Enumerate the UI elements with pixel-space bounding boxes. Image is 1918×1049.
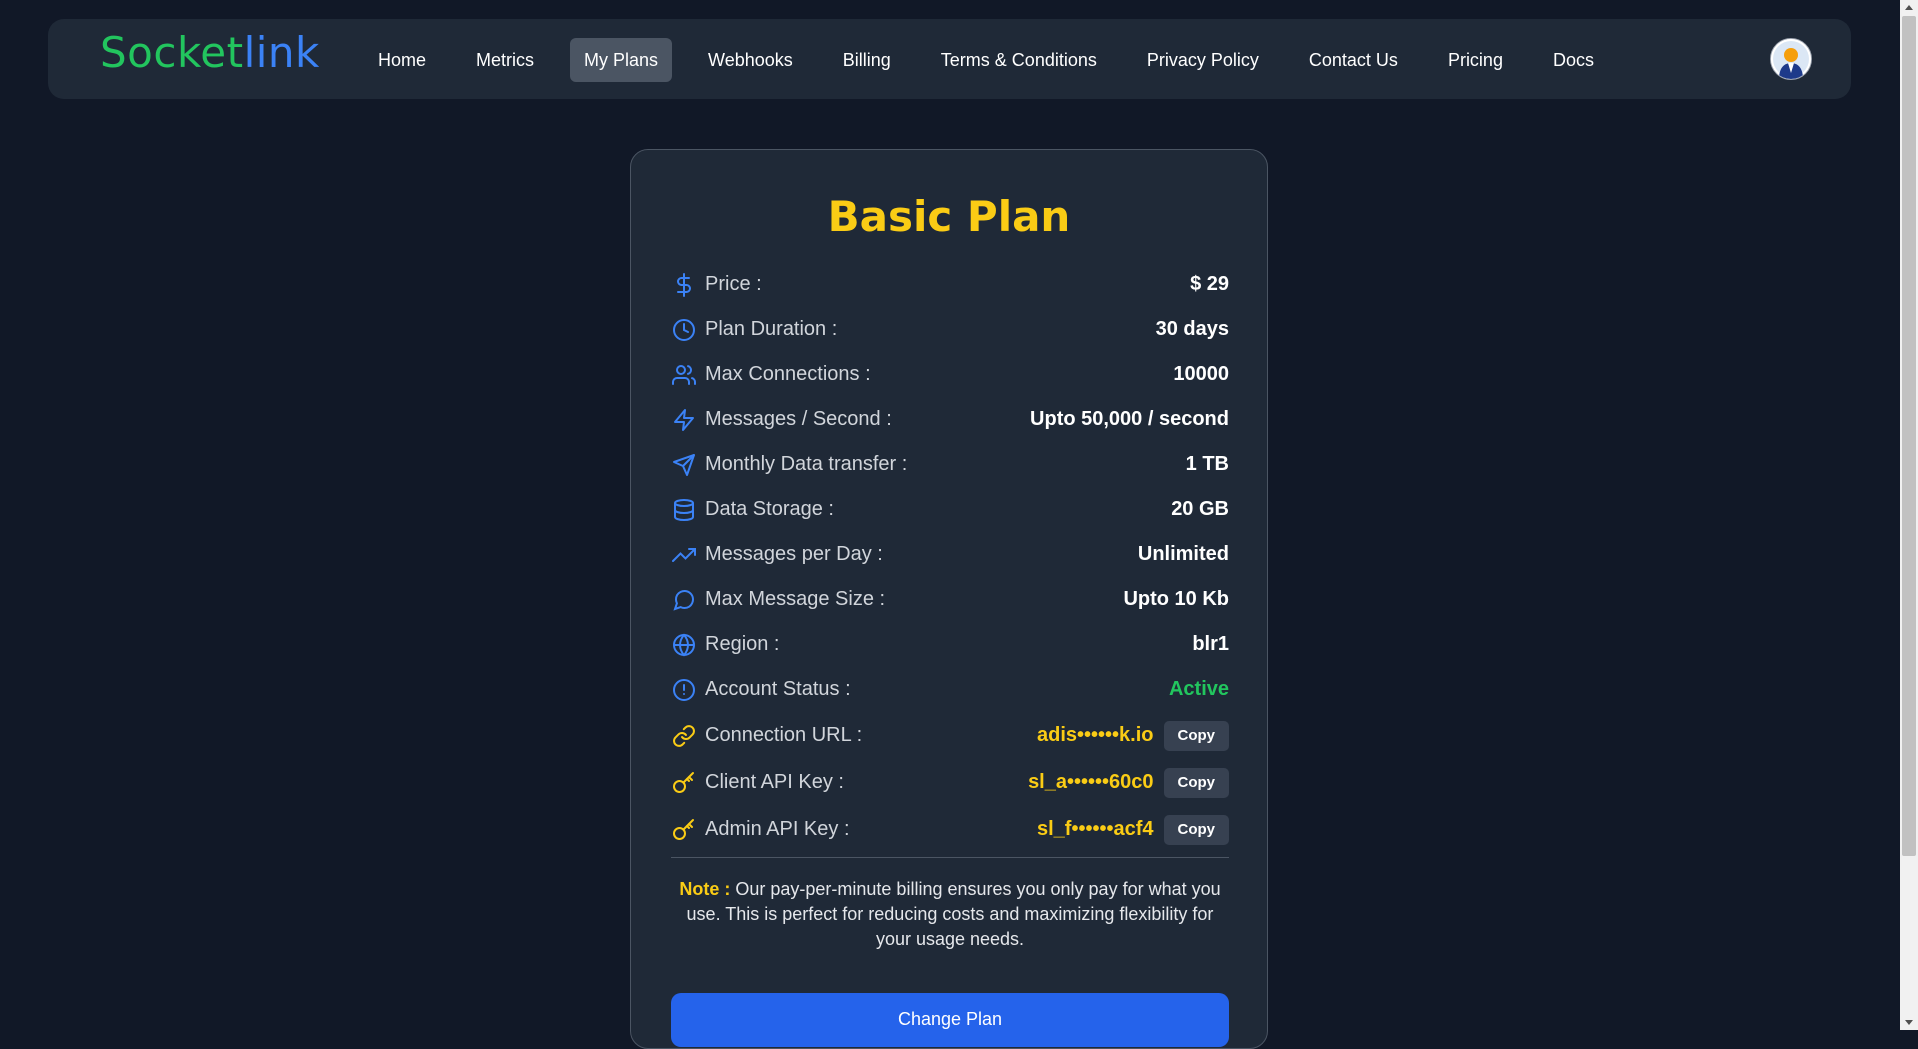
top-navbar: Socketlink Home Metrics My Plans Webhook… [48,19,1851,99]
nav-metrics[interactable]: Metrics [462,38,548,82]
key-icon [671,817,697,843]
row-value: adis••••••k.io Copy [1037,720,1229,751]
row-value: Unlimited [1137,543,1229,565]
connection-url-value: adis••••••k.io [1037,724,1154,746]
divider [671,857,1229,858]
nav-privacy[interactable]: Privacy Policy [1133,38,1273,82]
row-label: Messages per Day : [705,543,883,565]
avatar-icon [1771,39,1811,79]
row-max-connections: Max Connections : 10000 [671,352,1229,397]
row-region: Region : blr1 [671,622,1229,667]
row-label: Client API Key : [705,771,844,793]
nav-docs[interactable]: Docs [1539,38,1608,82]
note-label: Note : [679,879,731,899]
row-monthly-transfer: Monthly Data transfer : 1 TB [671,442,1229,487]
nav-pricing[interactable]: Pricing [1434,38,1517,82]
link-icon [671,723,697,749]
row-label: Connection URL : [705,724,863,746]
row-value: 10000 [1173,363,1229,385]
message-circle-icon [671,587,697,613]
row-label: Data Storage : [705,498,834,520]
row-value: 30 days [1155,318,1229,340]
dollar-icon [671,272,697,298]
row-messages-per-day: Messages per Day : Unlimited [671,532,1229,577]
row-label: Plan Duration : [705,318,838,340]
row-max-message-size: Max Message Size : Upto 10 Kb [671,577,1229,622]
nav-my-plans[interactable]: My Plans [570,38,673,82]
plan-details: Price : $ 29 Plan Duration : 30 days Max… [671,262,1229,853]
note-text: Our pay-per-minute billing ensures you o… [686,879,1221,949]
socketlink-logo[interactable]: Socketlink [100,32,320,74]
row-account-status: Account Status : Active [671,667,1229,712]
status-badge: Active [1168,678,1229,700]
clock-icon [671,317,697,343]
row-client-api-key: Client API Key : sl_a••••••60c0 Copy [671,759,1229,806]
row-value: blr1 [1192,633,1229,655]
row-connection-url: Connection URL : adis••••••k.io Copy [671,712,1229,759]
row-label: Price : [705,273,762,295]
row-value: $ 29 [1190,273,1229,295]
main-nav: Home Metrics My Plans Webhooks Billing T… [364,38,1630,82]
key-icon [671,770,697,796]
send-icon [671,452,697,478]
scroll-down-icon[interactable] [1905,1020,1913,1025]
copy-client-api-key-button[interactable]: Copy [1163,767,1229,798]
trending-up-icon [671,542,697,568]
nav-webhooks[interactable]: Webhooks [694,38,807,82]
row-value: sl_a••••••60c0 Copy [1028,767,1229,798]
scroll-up-icon[interactable] [1905,5,1913,10]
plan-card: Basic Plan Price : $ 29 Plan Duration : … [630,149,1268,1049]
alert-circle-icon [671,677,697,703]
globe-icon [671,632,697,658]
row-label: Messages / Second : [705,408,892,430]
client-api-key-value: sl_a••••••60c0 [1028,771,1154,793]
plan-title: Basic Plan [827,192,1071,241]
row-label: Region : [705,633,780,655]
page-scrollbar[interactable] [1900,0,1918,1030]
copy-admin-api-key-button[interactable]: Copy [1163,814,1229,845]
user-avatar[interactable] [1770,38,1812,80]
nav-terms[interactable]: Terms & Conditions [927,38,1111,82]
bolt-icon [671,407,697,433]
billing-note: Note : Our pay-per-minute billing ensure… [667,877,1233,952]
row-label: Account Status : [705,678,851,700]
scrollbar-thumb[interactable] [1902,16,1916,856]
nav-billing[interactable]: Billing [829,38,905,82]
row-label: Monthly Data transfer : [705,453,908,475]
nav-contact[interactable]: Contact Us [1295,38,1412,82]
row-value: sl_f••••••acf4 Copy [1036,814,1229,845]
row-messages-per-second: Messages / Second : Upto 50,000 / second [671,397,1229,442]
row-label: Admin API Key : [705,818,850,840]
row-value: 20 GB [1171,498,1229,520]
admin-api-key-value: sl_f••••••acf4 [1036,818,1154,840]
database-icon [671,497,697,523]
row-label: Max Message Size : [705,588,886,610]
row-admin-api-key: Admin API Key : sl_f••••••acf4 Copy [671,806,1229,853]
row-price: Price : $ 29 [671,262,1229,307]
change-plan-button[interactable]: Change Plan [671,993,1229,1047]
row-duration: Plan Duration : 30 days [671,307,1229,352]
row-value: Upto 10 Kb [1123,588,1229,610]
row-data-storage: Data Storage : 20 GB [671,487,1229,532]
copy-connection-url-button[interactable]: Copy [1163,720,1229,751]
nav-home[interactable]: Home [364,38,440,82]
row-label: Max Connections : [705,363,871,385]
row-value: 1 TB [1185,453,1229,475]
users-icon [671,362,697,388]
row-value: Upto 50,000 / second [1030,408,1229,430]
